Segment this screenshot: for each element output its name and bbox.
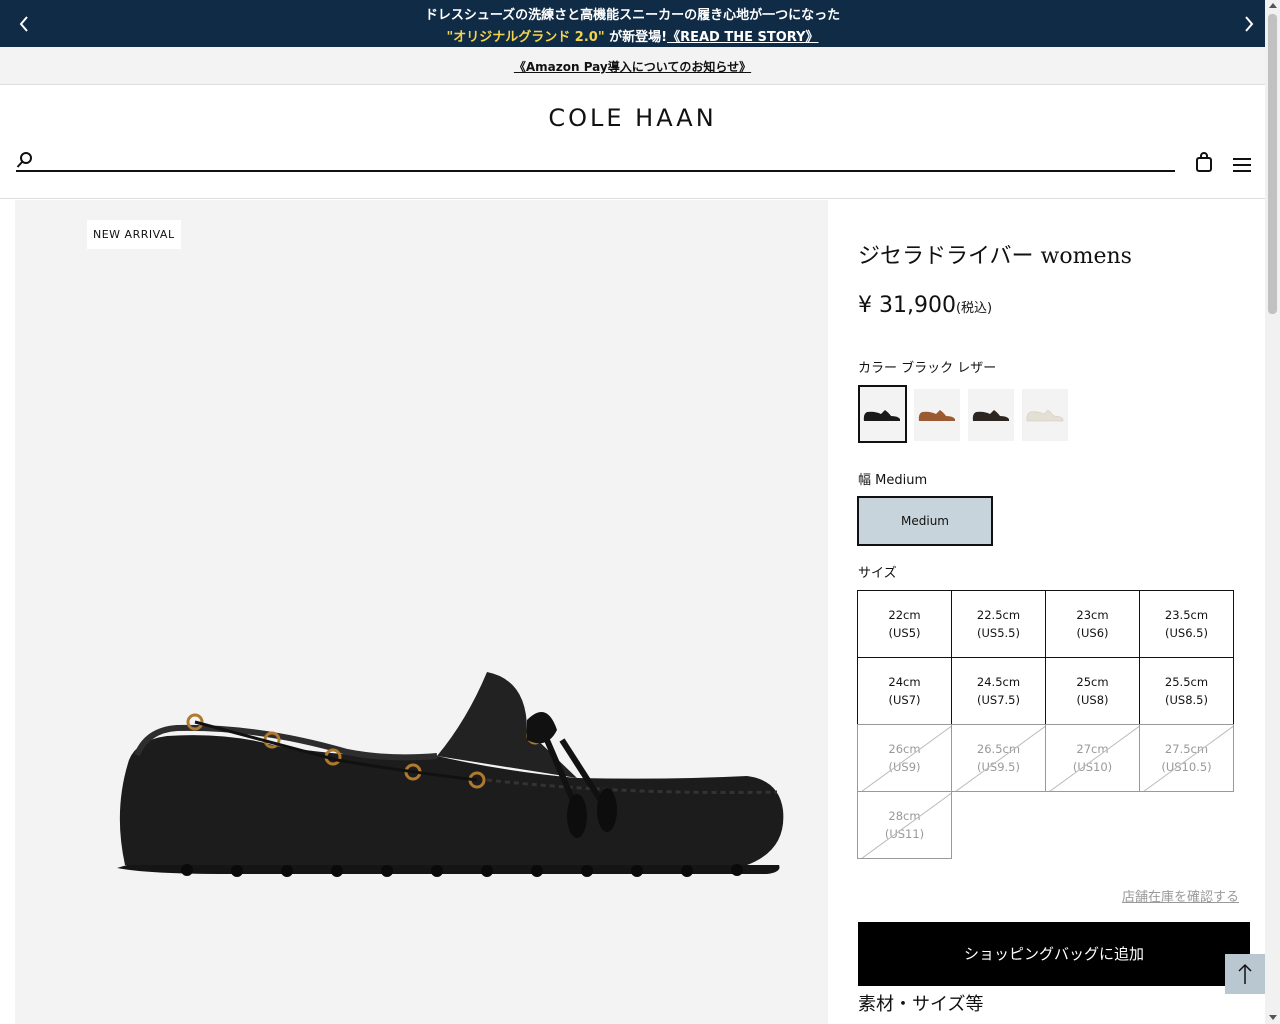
color-label: カラー ブラック レザー: [858, 361, 997, 376]
add-to-bag-button[interactable]: ショッピングバッグに追加: [858, 922, 1250, 986]
product-image-black-loafer[interactable]: [107, 660, 787, 890]
size-us: (US7): [888, 693, 921, 707]
size-us: (US11): [884, 827, 925, 841]
size-us: (US6): [1076, 626, 1109, 640]
check-store-stock-link[interactable]: 店舗在庫を確認する: [1122, 886, 1239, 905]
size-cm: 27cm: [1076, 742, 1109, 756]
search-input[interactable]: [40, 150, 1160, 170]
size-cm: 28cm: [888, 809, 921, 823]
size-us: (US8.5): [1165, 693, 1208, 707]
size-us: (US10): [1072, 760, 1113, 774]
swatch-shoe-icon: [863, 410, 900, 421]
size-option-25[interactable]: 25cm (US8): [1045, 657, 1140, 725]
site-header: COLE HAAN: [0, 86, 1265, 199]
size-option-26-5-unavailable: 26.5cm (US9.5): [951, 724, 1046, 792]
size-cm: 23.5cm: [1164, 608, 1209, 622]
materials-size-heading[interactable]: 素材・サイズ等: [858, 990, 983, 1016]
size-us: (US10.5): [1161, 760, 1212, 774]
size-cm: 25cm: [1076, 675, 1109, 689]
size-option-25-5[interactable]: 25.5cm (US8.5): [1139, 657, 1234, 725]
brand-logo[interactable]: COLE HAAN: [0, 104, 1265, 132]
size-cm: 24.5cm: [976, 675, 1021, 689]
swatch-shoe-icon: [972, 410, 1009, 421]
chevron-right-icon: [1245, 16, 1254, 32]
scroll-up-arrow-icon[interactable]: [1269, 3, 1277, 8]
size-cm: 23cm: [1076, 608, 1109, 622]
scrollbar-thumb[interactable]: [1268, 14, 1277, 314]
search-underline: [16, 170, 1175, 172]
page-scrollbar[interactable]: [1265, 0, 1280, 1024]
size-cm: 24cm: [888, 675, 921, 689]
size-option-28-unavailable: 28cm (US11): [857, 791, 952, 859]
size-us: (US8): [1076, 693, 1109, 707]
size-us: (US7.5): [977, 693, 1020, 707]
size-option-22[interactable]: 22cm (US5): [857, 590, 952, 658]
promo-banner: ドレスシューズの洗練さと高機能スニーカーの履き心地が一つになった "オリジナルグ…: [0, 0, 1265, 47]
size-option-26-unavailable: 26cm (US9): [857, 724, 952, 792]
shopping-bag-icon[interactable]: [1195, 152, 1213, 172]
size-us: (US5): [888, 626, 921, 640]
size-cm: 25.5cm: [1164, 675, 1209, 689]
price-value: ¥ 31,900: [858, 293, 956, 318]
arrow-up-icon: [1238, 963, 1252, 984]
size-option-22-5[interactable]: 22.5cm (US5.5): [951, 590, 1046, 658]
size-cm: 26cm: [888, 742, 921, 756]
size-option-24-5[interactable]: 24.5cm (US7.5): [951, 657, 1046, 725]
read-the-story-link[interactable]: 《READ THE STORY》: [667, 30, 818, 45]
swatch-black-leather[interactable]: [858, 385, 907, 443]
size-option-23-5[interactable]: 23.5cm (US6.5): [1139, 590, 1234, 658]
size-option-27-5-unavailable: 27.5cm (US10.5): [1139, 724, 1234, 792]
new-arrival-badge: NEW ARRIVAL: [87, 220, 181, 249]
size-us: (US9.5): [977, 760, 1020, 774]
promo-highlight: "オリジナルグランド 2.0": [446, 30, 605, 45]
swatch-shoe-icon: [1026, 409, 1064, 422]
promo-next-button[interactable]: [1237, 10, 1261, 38]
size-option-24[interactable]: 24cm (US7): [857, 657, 952, 725]
size-option-27-unavailable: 27cm (US10): [1045, 724, 1140, 792]
swatch-shoe-icon: [918, 410, 955, 421]
size-cm: 26.5cm: [976, 742, 1021, 756]
size-us: (US6.5): [1165, 626, 1208, 640]
swatch-white[interactable]: [1022, 389, 1068, 441]
product-title: ジセラドライバー womens: [858, 244, 1132, 269]
width-label: 幅 Medium: [858, 473, 928, 488]
width-option-medium[interactable]: Medium: [857, 496, 993, 546]
search-icon[interactable]: [16, 151, 34, 169]
swatch-dark-brown[interactable]: [968, 389, 1014, 441]
back-to-top-button[interactable]: [1225, 954, 1265, 994]
size-grid: 22cm (US5) 22.5cm (US5.5) 23cm (US6) 23.5cm…: [857, 590, 1234, 859]
size-cm: 22cm: [888, 608, 921, 622]
size-option-23[interactable]: 23cm (US6): [1045, 590, 1140, 658]
size-cm: 27.5cm: [1164, 742, 1209, 756]
product-image-gallery[interactable]: NEW ARRIVAL: [15, 200, 828, 1024]
tax-note: (税込): [955, 301, 993, 316]
promo-line-2-text: が新登場!: [604, 30, 668, 45]
size-cm: 22.5cm: [976, 608, 1021, 622]
promo-line-2: "オリジナルグランド 2.0" が新登場!《READ THE STORY》: [0, 26, 1265, 45]
notice-bar: 《Amazon Pay導入についてのお知らせ》: [0, 47, 1265, 85]
size-label: サイズ: [858, 566, 897, 581]
hamburger-menu-icon[interactable]: [1232, 156, 1252, 174]
promo-line-1: ドレスシューズの洗練さと高機能スニーカーの履き心地が一つになった: [424, 8, 841, 23]
amazon-pay-notice-link[interactable]: 《Amazon Pay導入についてのお知らせ》: [514, 58, 751, 75]
size-us: (US9): [888, 760, 921, 774]
swatch-brown[interactable]: [914, 389, 960, 441]
color-swatches: [858, 385, 1078, 445]
scroll-down-arrow-icon[interactable]: [1269, 1015, 1277, 1020]
product-price: ¥ 31,900(税込): [858, 293, 992, 318]
size-us: (US5.5): [977, 626, 1020, 640]
